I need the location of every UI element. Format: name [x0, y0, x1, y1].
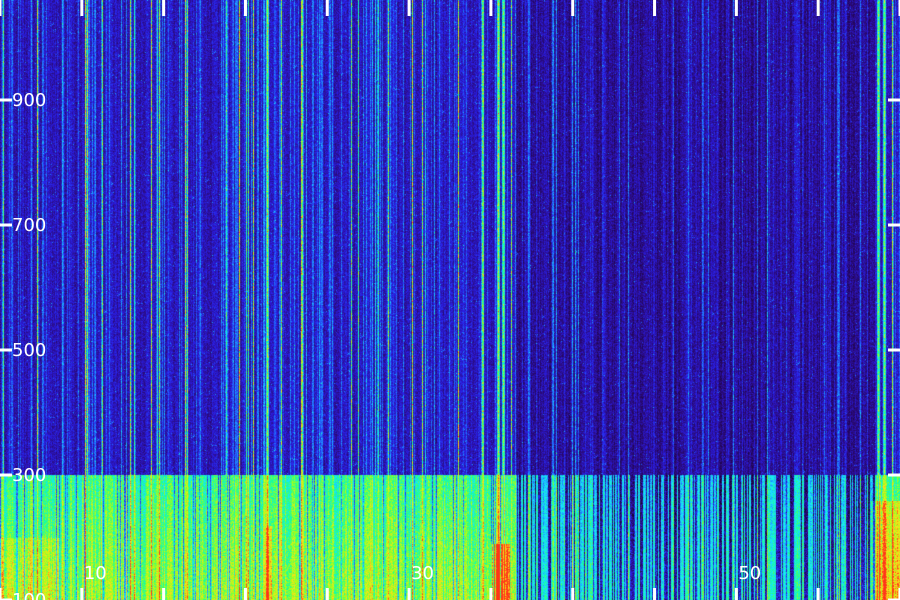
y-tick-label: 100: [12, 590, 46, 600]
y-tick-label: 900: [12, 90, 46, 111]
axes-overlay: 10 30 50 100 300 500 700 900: [0, 0, 900, 600]
y-tick-label: 700: [12, 215, 46, 236]
x-tick-label: 10: [84, 563, 107, 584]
y-tick-label: 300: [12, 465, 46, 486]
x-tick-label: 50: [738, 563, 761, 584]
y-tick-label: 500: [12, 340, 46, 361]
x-tick-label: 30: [411, 563, 434, 584]
